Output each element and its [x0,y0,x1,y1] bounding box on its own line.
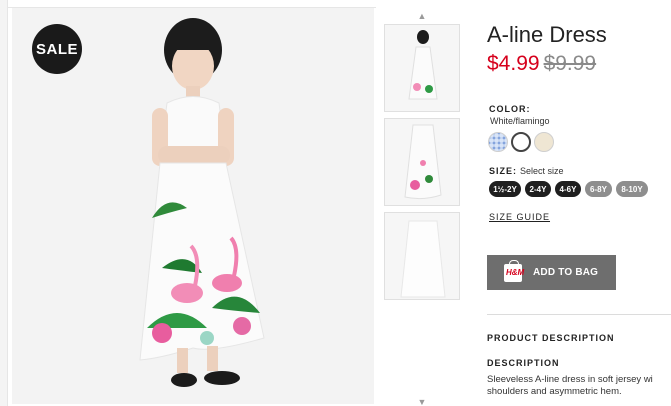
color-swatches [488,132,554,152]
description-heading: DESCRIPTION [487,358,560,368]
shopping-bag-icon: H&M [504,259,525,282]
original-price: $9.99 [543,52,597,75]
price-block: $4.99 $9.99 [487,52,596,76]
size-guide-link[interactable]: SIZE GUIDE [489,212,550,222]
bag-logo-text: H&M [506,267,525,277]
add-to-bag-button[interactable]: H&M ADD TO BAG [487,255,616,290]
color-label: COLOR: [489,104,531,114]
sale-badge: SALE [32,24,82,74]
description-line-2: shoulders and asymmetric hem. [487,386,622,397]
thumbnail-scroll-up-icon[interactable]: ▲ [417,12,427,21]
size-row: SIZE: Select size [489,166,564,176]
color-value: White/flamingo [490,116,550,126]
size-options: 1½-2Y 2-4Y 4-6Y 6-8Y 8-10Y [489,181,648,197]
size-option-4-6y[interactable]: 4-6Y [555,181,581,197]
thumbnail-2-image [385,119,459,205]
thumbnail-column: ▲ ▼ [381,10,463,406]
swatch-blue-pattern[interactable] [488,132,508,152]
add-to-bag-label: ADD TO BAG [533,267,599,278]
thumbnail-3[interactable] [384,212,460,300]
thumbnail-scroll-down-icon[interactable]: ▼ [417,398,427,406]
description-line-1: Sleeveless A-line dress in soft jersey w… [487,374,653,385]
size-option-6-8y[interactable]: 6-8Y [585,181,612,197]
thumbnail-2[interactable] [384,118,460,206]
product-page: SALE ▲ ▼ A-line Dress $4.99 $9.99 COLOR:… [0,0,671,406]
swatch-beige[interactable] [534,132,554,152]
size-option-1-5-2y[interactable]: 1½-2Y [489,181,521,197]
size-option-2-4y[interactable]: 2-4Y [525,181,551,197]
description-text: Sleeveless A-line dress in soft jersey w… [487,374,671,398]
top-border [8,0,376,8]
product-description-heading[interactable]: PRODUCT DESCRIPTION [487,333,615,343]
thumbnail-3-image [385,213,459,299]
left-gutter [0,0,8,406]
size-hint: Select size [520,166,564,176]
thumbnail-1[interactable] [384,24,460,112]
size-option-8-10y[interactable]: 8-10Y [616,181,648,197]
swatch-white-flamingo[interactable] [511,132,531,152]
product-info-panel: A-line Dress $4.99 $9.99 COLOR: White/fla… [487,0,671,406]
thumbnail-1-image [385,25,459,111]
main-product-image[interactable]: SALE [12,8,374,404]
sale-price: $4.99 [487,52,540,75]
section-divider [487,314,671,315]
size-label: SIZE: [489,166,518,176]
product-title: A-line Dress [487,22,607,47]
